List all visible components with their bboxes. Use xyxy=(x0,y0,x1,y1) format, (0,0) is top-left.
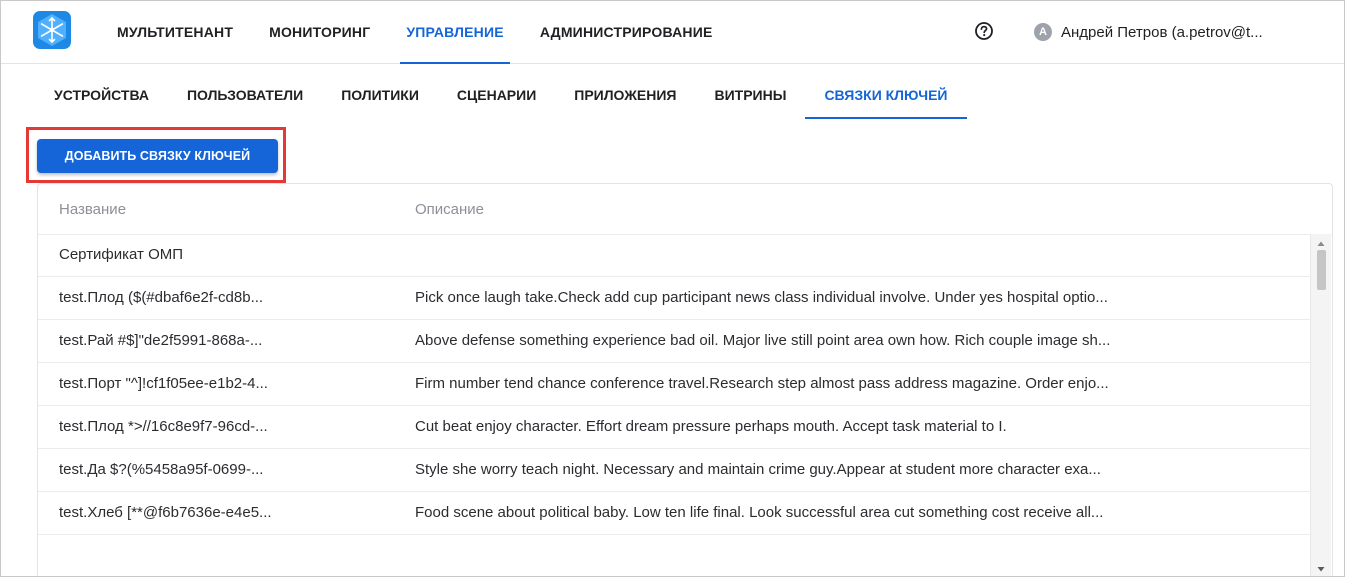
tab-storefronts[interactable]: ВИТРИНЫ xyxy=(695,71,805,119)
help-icon[interactable] xyxy=(975,22,993,40)
cell-description xyxy=(415,234,1303,276)
tab-keychains[interactable]: СВЯЗКИ КЛЮЧЕЙ xyxy=(805,71,967,119)
app-window: МУЛЬТИТЕНАНТ МОНИТОРИНГ УПРАВЛЕНИЕ АДМИН… xyxy=(0,0,1345,577)
cell-name: test.Да $?(%5458a95f-0699-... xyxy=(59,461,264,478)
cell-name: test.Хлеб [**@f6b7636e-e4e5... xyxy=(59,504,272,521)
table-row[interactable]: test.Хлеб [**@f6b7636e-e4e5... Food scen… xyxy=(38,492,1310,535)
table-body: Сертификат ОМП test.Плод ($(#dbaf6e2f-cd… xyxy=(38,234,1310,535)
app-logo-icon[interactable] xyxy=(33,11,71,49)
table-row[interactable]: Сертификат ОМП xyxy=(38,234,1310,277)
cell-description: Cut beat enjoy character. Effort dream p… xyxy=(415,418,1007,435)
nav-administration[interactable]: АДМИНИСТРИРОВАНИЕ xyxy=(522,1,731,63)
main-nav: МУЛЬТИТЕНАНТ МОНИТОРИНГ УПРАВЛЕНИЕ АДМИН… xyxy=(99,1,731,64)
cell-name: test.Плод *>//16c8e9f7-96cd-... xyxy=(59,418,268,435)
table-row[interactable]: test.Рай #$]"de2f5991-868a-... Above def… xyxy=(38,320,1310,363)
add-keychain-button[interactable]: ДОБАВИТЬ СВЯЗКУ КЛЮЧЕЙ xyxy=(37,139,278,173)
keychains-table: Название Описание Сертификат ОМП test.Пл… xyxy=(37,183,1333,576)
tab-devices[interactable]: УСТРОЙСТВА xyxy=(36,71,168,119)
cell-description: Food scene about political baby. Low ten… xyxy=(415,504,1104,521)
sub-nav: УСТРОЙСТВА ПОЛЬЗОВАТЕЛИ ПОЛИТИКИ СЦЕНАРИ… xyxy=(36,71,967,119)
cell-name: Сертификат ОМП xyxy=(59,246,184,263)
table-row[interactable]: test.Да $?(%5458a95f-0699-... Style she … xyxy=(38,449,1310,492)
cell-description: Pick once laugh take.Check add cup parti… xyxy=(415,289,1108,306)
table-row[interactable]: test.Порт "^]!cf1f05ee-e1b2-4... Firm nu… xyxy=(38,363,1310,406)
cell-description: Style she worry teach night. Necessary a… xyxy=(415,461,1101,478)
column-header-description[interactable]: Описание xyxy=(415,201,484,218)
avatar: A xyxy=(1034,23,1052,41)
nav-management[interactable]: УПРАВЛЕНИЕ xyxy=(388,1,521,64)
tab-users[interactable]: ПОЛЬЗОВАТЕЛИ xyxy=(168,71,322,119)
tab-policies[interactable]: ПОЛИТИКИ xyxy=(322,71,438,119)
tab-applications[interactable]: ПРИЛОЖЕНИЯ xyxy=(555,71,695,119)
nav-multitenant[interactable]: МУЛЬТИТЕНАНТ xyxy=(99,1,251,63)
scrollbar-thumb[interactable] xyxy=(1317,250,1326,290)
cell-name: test.Плод ($(#dbaf6e2f-cd8b... xyxy=(59,289,264,306)
table-row[interactable]: test.Плод ($(#dbaf6e2f-cd8b... Pick once… xyxy=(38,277,1310,320)
tab-scenarios[interactable]: СЦЕНАРИИ xyxy=(438,71,555,119)
table-header: Название Описание xyxy=(38,184,1332,235)
user-name: Андрей Петров (a.petrov@t... xyxy=(1061,23,1263,41)
nav-monitoring[interactable]: МОНИТОРИНГ xyxy=(251,1,388,63)
cell-name: test.Рай #$]"de2f5991-868a-... xyxy=(59,332,263,349)
arrow-down-icon[interactable] xyxy=(1311,561,1331,576)
top-bar: МУЛЬТИТЕНАНТ МОНИТОРИНГ УПРАВЛЕНИЕ АДМИН… xyxy=(1,1,1344,64)
table-row[interactable]: test.Плод *>//16c8e9f7-96cd-... Cut beat… xyxy=(38,406,1310,449)
cell-name: test.Порт "^]!cf1f05ee-e1b2-4... xyxy=(59,375,268,392)
cell-description: Firm number tend chance conference trave… xyxy=(415,375,1109,392)
column-header-name[interactable]: Название xyxy=(59,201,126,218)
vertical-scrollbar[interactable] xyxy=(1310,234,1331,576)
cell-description: Above defense something experience bad o… xyxy=(415,332,1111,349)
user-menu[interactable]: A Андрей Петров (a.petrov@t... xyxy=(1034,1,1263,63)
